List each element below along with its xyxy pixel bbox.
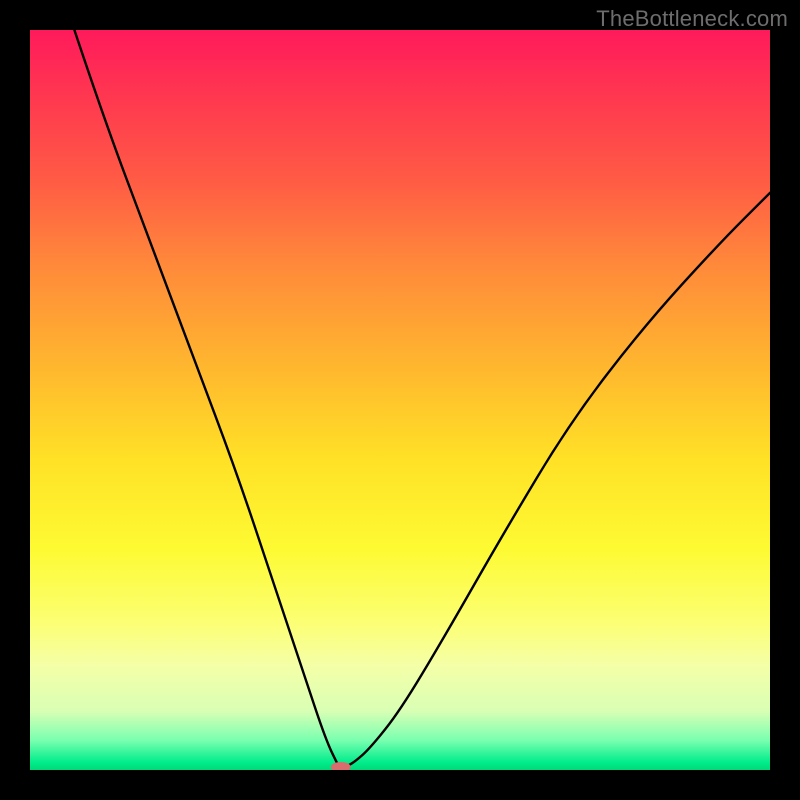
- minimum-marker: [331, 762, 351, 770]
- plot-area: [30, 30, 770, 770]
- curve-svg: [30, 30, 770, 770]
- chart-stage: TheBottleneck.com: [0, 0, 800, 800]
- series-curve: [74, 30, 770, 769]
- watermark-text: TheBottleneck.com: [596, 6, 788, 32]
